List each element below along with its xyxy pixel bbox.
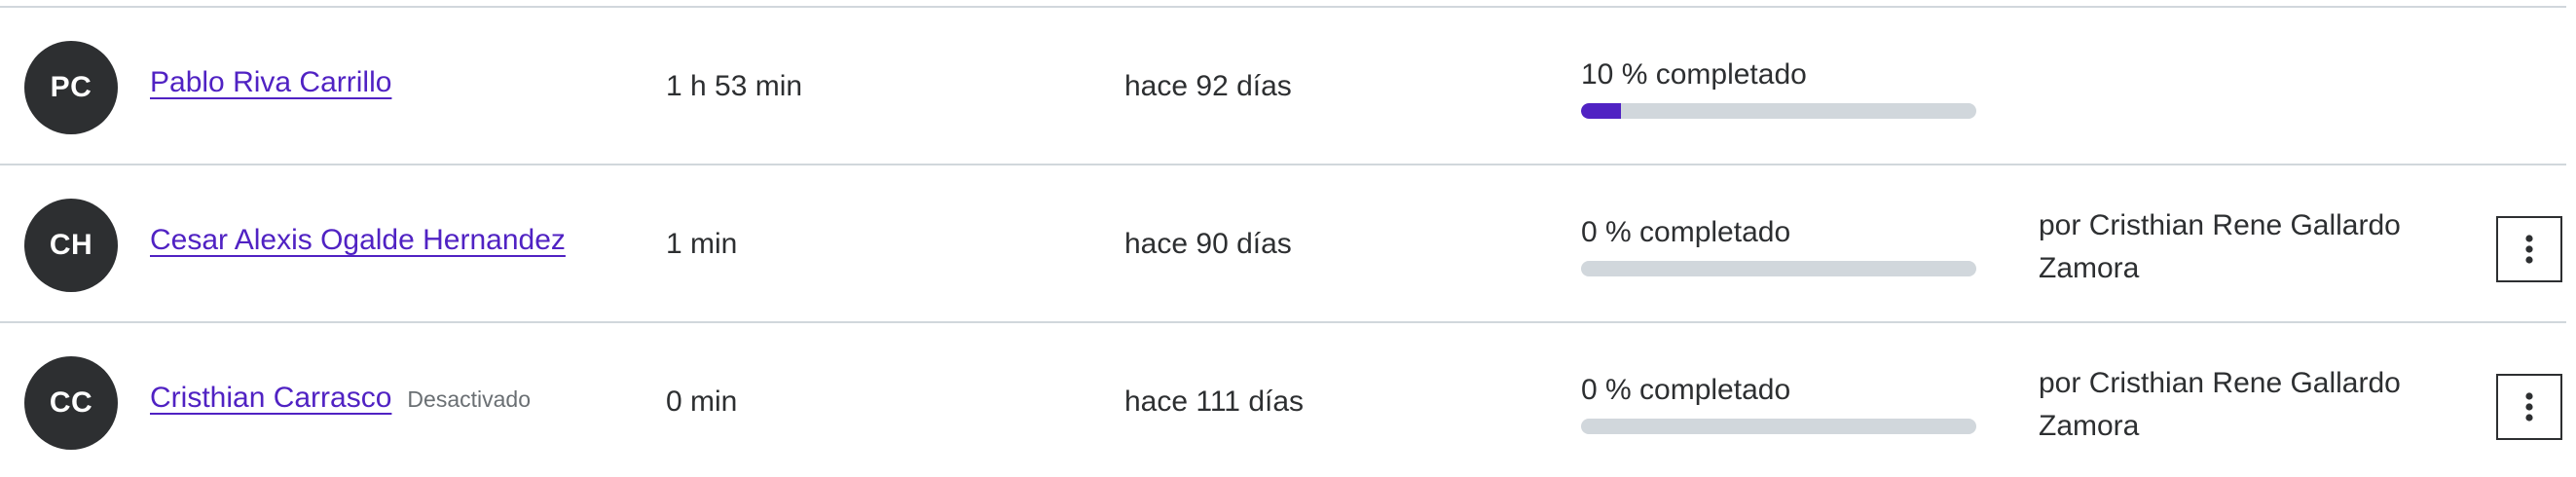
- progress-bar: [1581, 103, 1976, 119]
- avatar: PC: [24, 41, 118, 134]
- avatar-initials: CH: [49, 229, 93, 261]
- deactivated-badge: Desactivado: [407, 386, 531, 412]
- last-activity: hace 111 días: [1124, 385, 1305, 418]
- name-cell: Cesar Alexis Ogalde Hernandez: [150, 224, 566, 257]
- table-row: CC Cristhian Carrasco Desactivado 0 min …: [0, 323, 2566, 477]
- table-row: PC Pablo Riva Carrillo 1 h 53 min hace 9…: [0, 8, 2566, 165]
- avatar: CC: [24, 356, 118, 450]
- assigned-by: por Cristhian Rene Gallardo Zamora: [2039, 209, 2401, 284]
- user-progress-table: PC Pablo Riva Carrillo 1 h 53 min hace 9…: [0, 0, 2576, 477]
- avatar-initials: CC: [49, 386, 93, 419]
- assigned-by: por Cristhian Rene Gallardo Zamora: [2039, 367, 2401, 442]
- name-cell: Pablo Riva Carrillo: [150, 66, 391, 99]
- progress-label: 10 % completado: [1581, 58, 1807, 91]
- user-name-link[interactable]: Cristhian Carrasco: [150, 382, 391, 415]
- name-cell: Cristhian Carrasco Desactivado: [150, 382, 531, 415]
- avatar-initials: PC: [50, 71, 92, 103]
- time-spent: 0 min: [666, 385, 738, 418]
- progress-bar: [1581, 419, 1976, 434]
- last-activity: hace 90 días: [1124, 228, 1292, 260]
- row-actions-button[interactable]: [2496, 374, 2562, 440]
- user-name-link[interactable]: Pablo Riva Carrillo: [150, 66, 391, 99]
- progress-bar-fill: [1581, 103, 1621, 119]
- progress-bar: [1581, 261, 1976, 276]
- more-vertical-icon: [2525, 235, 2533, 264]
- time-spent: 1 min: [666, 228, 738, 260]
- progress-label: 0 % completado: [1581, 374, 1791, 406]
- avatar: CH: [24, 199, 118, 292]
- progress-label: 0 % completado: [1581, 216, 1791, 248]
- more-vertical-icon: [2525, 392, 2533, 422]
- user-name-link[interactable]: Cesar Alexis Ogalde Hernandez: [150, 224, 566, 257]
- time-spent: 1 h 53 min: [666, 70, 803, 102]
- last-activity: hace 92 días: [1124, 70, 1292, 102]
- row-actions-button[interactable]: [2496, 216, 2562, 282]
- table-row: CH Cesar Alexis Ogalde Hernandez 1 min h…: [0, 165, 2566, 323]
